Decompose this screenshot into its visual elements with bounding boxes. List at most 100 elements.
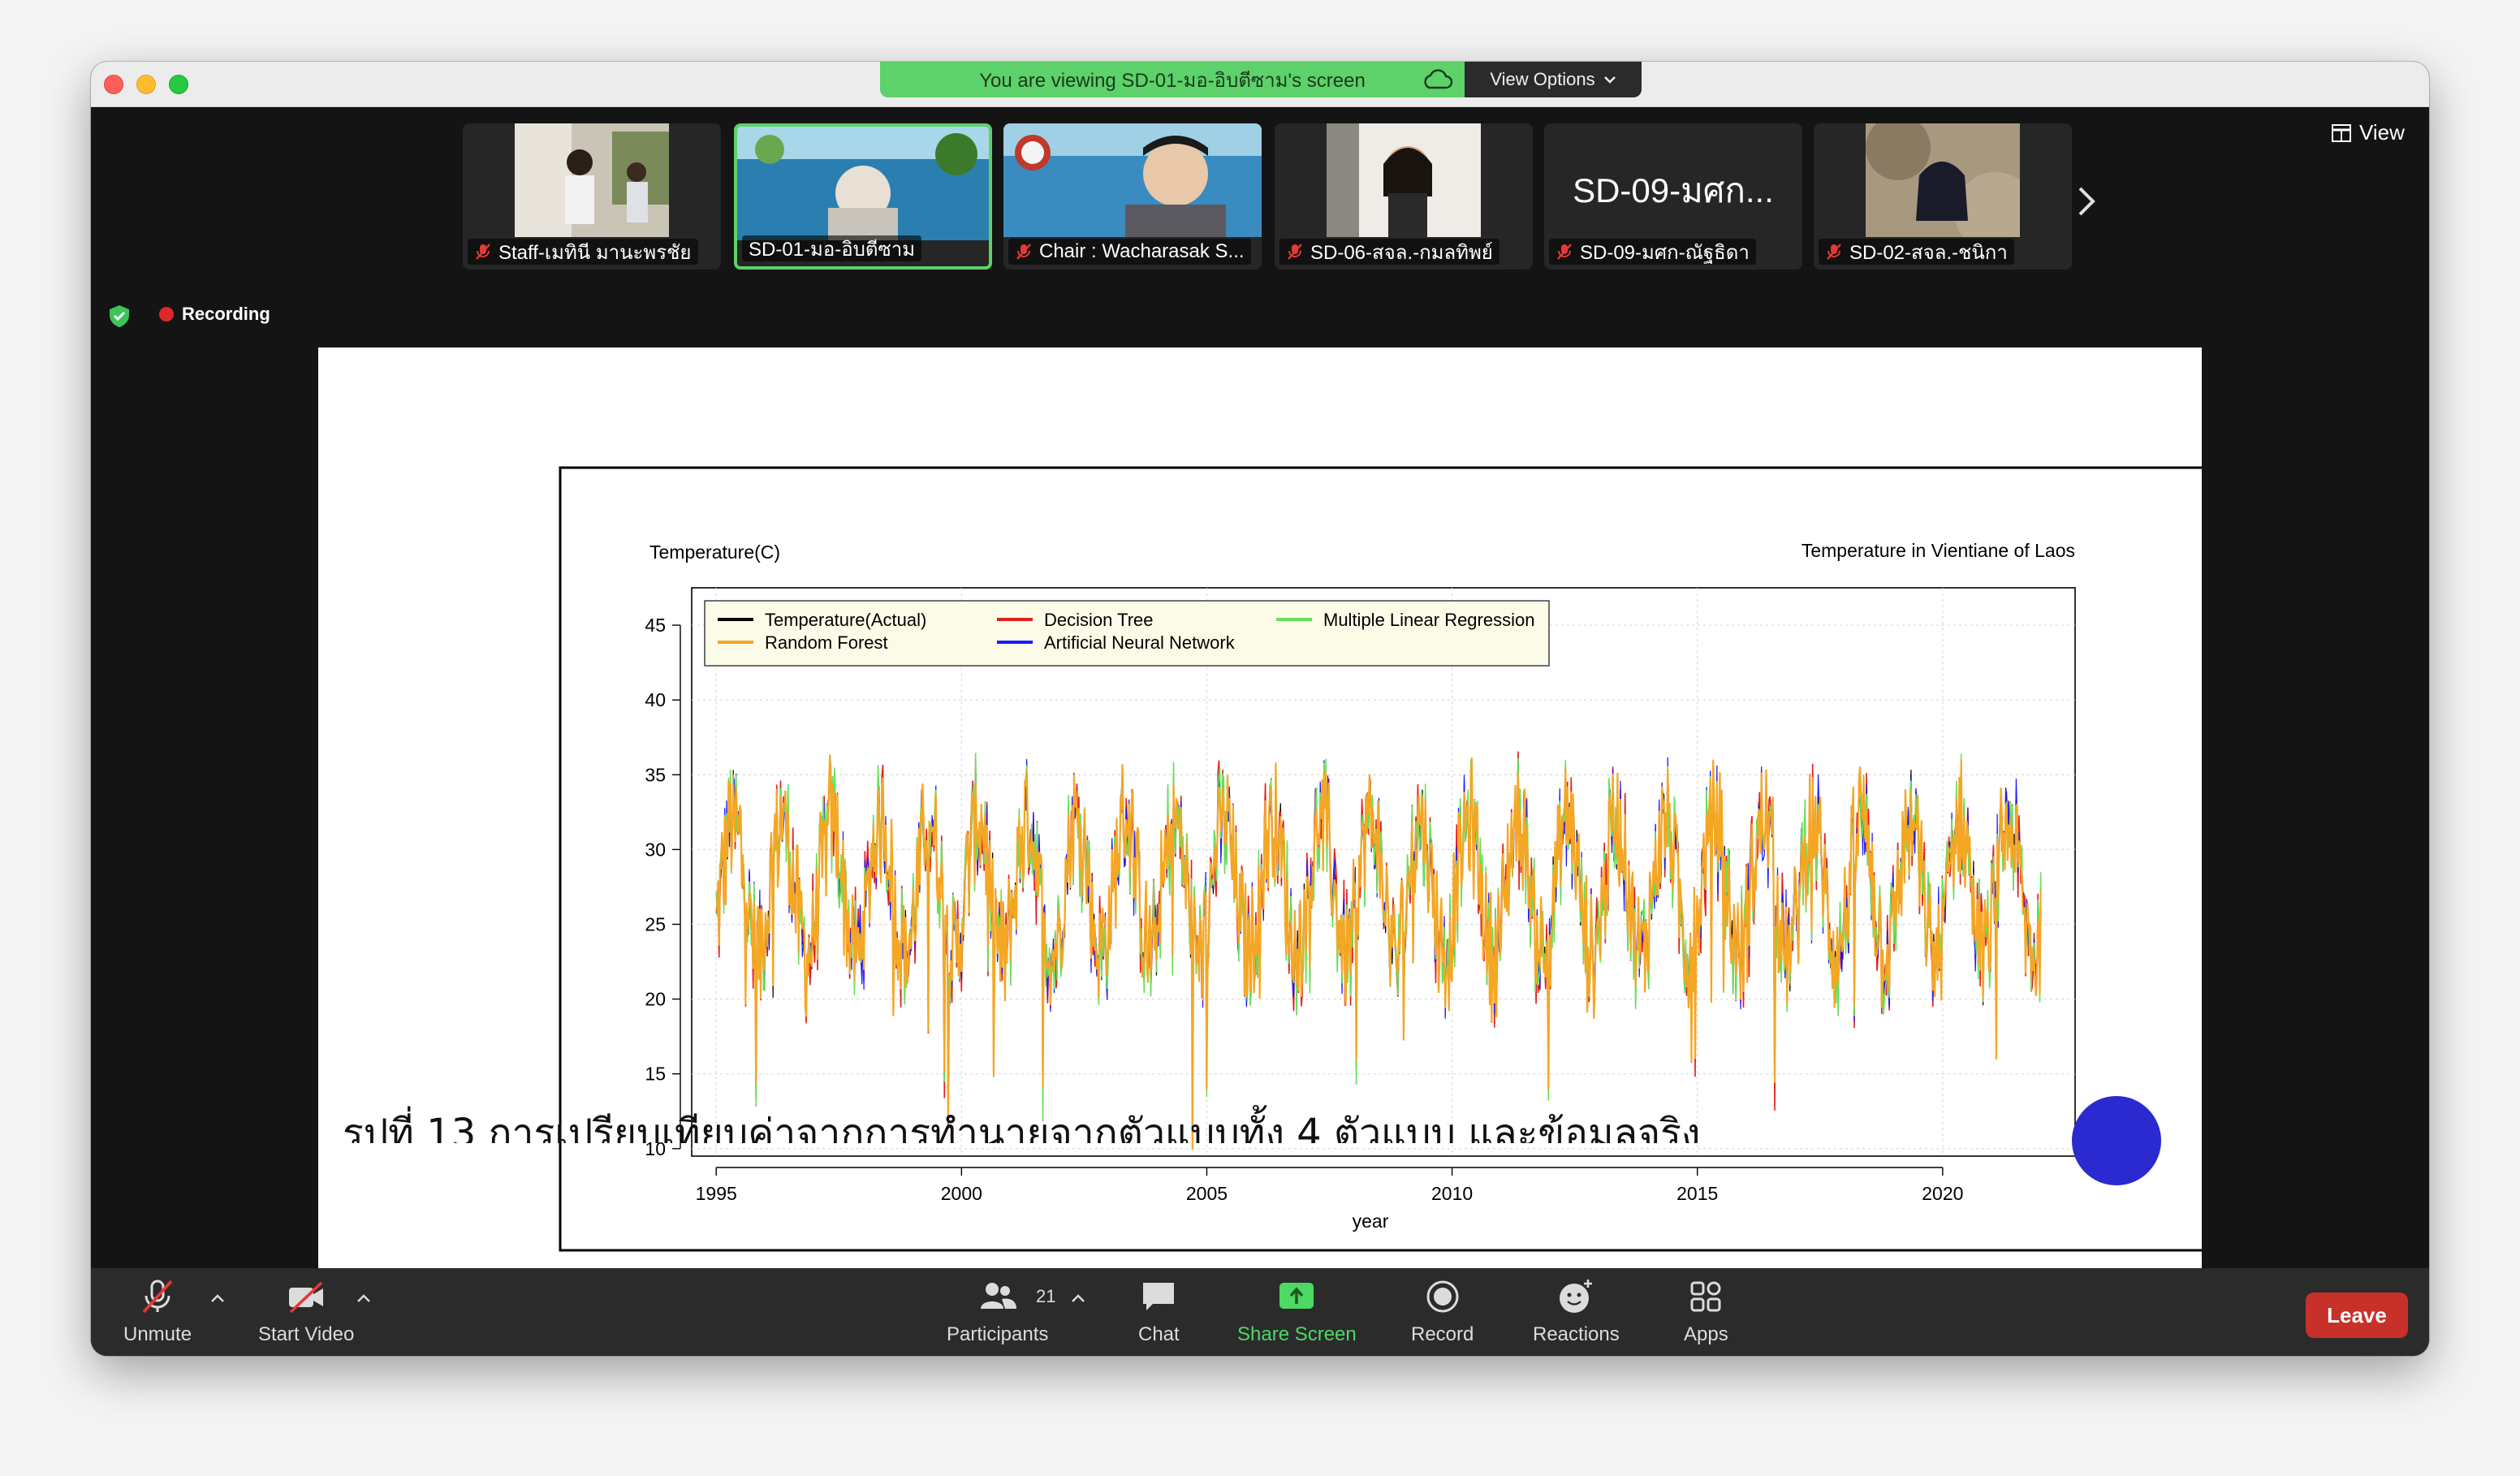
share-screen-button[interactable]: Share Screen [1237,1276,1357,1346]
y-tick-label: 35 [645,764,666,785]
slide-caption: รูปที่ 13 การเปรียบเทียบค่าจากการทำนายจา… [343,1111,1701,1143]
x-tick-label: 2010 [1431,1183,1473,1204]
view-options-label: View Options [1490,69,1595,89]
meeting-toolbar: Unmute Start Video Participants 21 Chat … [91,1268,2429,1356]
participant-name: Chair : Wacharasak S... [1039,240,1245,262]
chevron-right-icon[interactable] [2070,177,2103,226]
y-tick-label: 20 [645,989,666,1010]
participant-name-tag: Staff-เมทินี มานะพรชัย [468,239,698,265]
record-label: Record [1411,1323,1474,1345]
start-video-button[interactable]: Start Video [258,1276,354,1346]
x-axis-label: year [1353,1211,1389,1232]
screen-share-banner: You are viewing SD-01-มอ-อิบตีซาม's scre… [880,62,1465,97]
legend-label: Artificial Neural Network [1044,632,1236,653]
mic-muted-icon [1827,244,1841,260]
legend: Temperature(Actual)Random Forest Decision… [704,600,1550,667]
y-tick-label: 40 [645,689,666,710]
participant-video-icon [1327,123,1481,237]
y-tick-label: 15 [645,1064,666,1085]
participant-video-icon [1003,123,1262,237]
minimize-window-button[interactable] [136,75,156,94]
recording-indicator[interactable]: Recording [159,304,270,325]
chat-button[interactable]: Chat [1138,1276,1180,1346]
leave-button[interactable]: Leave [2306,1293,2408,1338]
legend-label: Decision Tree [1044,610,1154,630]
title-bar: You are viewing SD-01-มอ-อิบตีซาม's scre… [91,62,2429,107]
y-axis-label: Temperature(C) [649,542,780,563]
participant-tile[interactable]: SD-09-มศก... SD-09-มศก-ณัฐธิดา [1544,123,1802,270]
participant-video-icon [515,123,669,237]
cloud-icon [1424,69,1453,89]
plot-area [691,587,2076,1157]
zoom-window-button[interactable] [169,75,188,94]
smiley-plus-icon [1560,1280,1593,1313]
participant-tile-active[interactable]: SD-01-มอ-อิบตีซาม [734,123,992,270]
view-layout-button[interactable]: View [2332,120,2405,145]
close-window-button[interactable] [104,75,123,94]
people-icon [980,1283,1016,1309]
x-tick-label: 2005 [1186,1183,1228,1204]
participant-video-icon [737,127,989,240]
unmute-button[interactable]: Unmute [123,1276,192,1346]
legend-label: Multiple Linear Regression [1323,610,1534,630]
y-tick-label: 30 [645,839,666,860]
leave-label: Leave [2327,1302,2387,1327]
reactions-label: Reactions [1533,1323,1620,1345]
shield-check-icon[interactable] [107,304,132,328]
participant-name: SD-06-สจล.-กมลทิพย์ [1310,241,1493,264]
mic-muted-icon [476,244,490,260]
participants-count: 21 [1036,1286,1056,1306]
apps-grid-icon [1690,1281,1721,1312]
participant-name-tag: SD-09-มศก-ณัฐธิดา [1549,239,1756,265]
video-off-icon [289,1281,324,1314]
participant-name-tag: SD-06-สจล.-กมลทิพย์ [1279,239,1499,265]
x-tick-label: 1995 [696,1183,737,1204]
share-screen-label: Share Screen [1237,1323,1357,1345]
chat-label: Chat [1138,1323,1180,1345]
view-label: View [2359,120,2405,145]
legend-label: Random Forest [765,632,888,653]
chart-title: Temperature in Vientiane of Laos [1802,540,2075,561]
temperature-chart: 1995 2000 2005 2010 2015 20201015202530354045… [559,466,2205,1252]
participant-name: SD-01-มอ-อิบตีซาม [749,238,916,261]
x-tick-label: 2000 [941,1183,982,1204]
participant-name-tag: Chair : Wacharasak S... [1008,239,1251,265]
participant-name: SD-02-สจล.-ชนิกา [1849,241,2008,264]
record-icon [1426,1280,1459,1313]
recording-label: Recording [182,304,270,324]
chevron-up-icon[interactable] [209,1293,226,1304]
record-button[interactable]: Record [1411,1276,1474,1346]
chevron-up-icon[interactable] [1070,1293,1086,1304]
mic-muted-icon [1288,244,1302,260]
share-screen-icon [1279,1283,1314,1309]
legend-label: Temperature(Actual) [765,610,926,630]
reactions-button[interactable]: Reactions [1533,1276,1620,1346]
chevron-down-icon [1603,76,1616,84]
x-tick-label: 2015 [1676,1183,1718,1204]
participant-tile[interactable]: SD-02-สจล.-ชนิกา [1814,123,2072,270]
participants-button[interactable]: Participants [947,1276,1048,1346]
grid-view-icon [2332,123,2351,142]
participant-tile[interactable]: Staff-เมทินี มานะพรชัย [463,123,721,270]
participant-tile[interactable]: Chair : Wacharasak S... [1003,123,1262,270]
participant-name: Staff-เมทินี มานะพรชัย [498,241,692,264]
slide-page-badge [2072,1096,2161,1185]
participants-label: Participants [947,1323,1049,1345]
chat-bubble-icon [1143,1283,1175,1310]
start-video-label: Start Video [258,1323,355,1345]
participant-name: SD-09-มศก-ณัฐธิดา [1580,241,1750,264]
participant-tile[interactable]: SD-06-สจล.-กมลทิพย์ [1275,123,1533,270]
recording-dot-icon [159,307,174,322]
participant-display-name: SD-09-มศก... [1573,171,1774,209]
participant-video-icon [1866,123,2020,237]
chevron-up-icon[interactable] [356,1293,372,1304]
view-options-button[interactable]: View Options [1465,62,1642,97]
viewing-screen-text: You are viewing SD-01-มอ-อิบตีซาม's scre… [979,69,1366,92]
unmute-label: Unmute [123,1323,192,1345]
y-tick-label: 25 [645,913,666,934]
x-tick-label: 2020 [1922,1183,1963,1204]
shared-screen: 1995 2000 2005 2010 2015 2020 10 15 20 25 30 35 40 45… [318,347,2205,1293]
mic-muted-icon [142,1280,173,1314]
apps-button[interactable]: Apps [1684,1276,1728,1346]
zoom-window: You are viewing SD-01-มอ-อิบตีซาม's scre… [91,62,2429,1356]
